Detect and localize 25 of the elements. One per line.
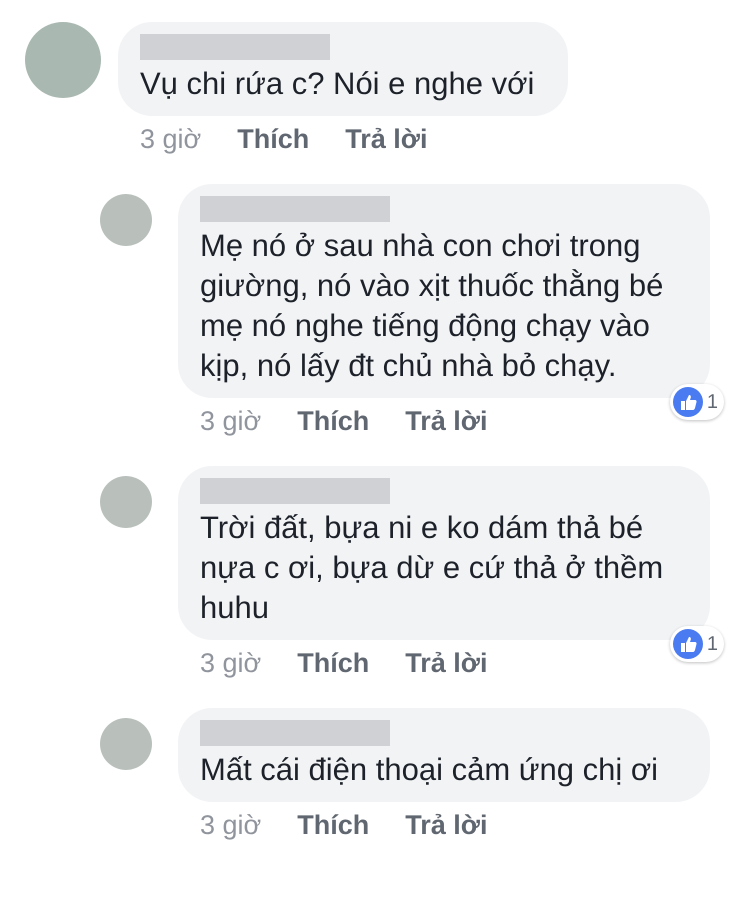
like-link[interactable]: Thích (297, 808, 370, 842)
like-link[interactable]: Thích (237, 122, 310, 156)
reply-link[interactable]: Trả lời (345, 122, 428, 156)
timestamp: 3 giờ (200, 809, 262, 842)
like-link[interactable]: Thích (297, 404, 370, 438)
reply-link[interactable]: Trả lời (405, 646, 488, 680)
timestamp: 3 giờ (140, 123, 202, 156)
comment-text: Vụ chi rứa c? Nói e nghe với (140, 65, 536, 103)
avatar[interactable] (100, 718, 152, 770)
timestamp: 3 giờ (200, 405, 262, 438)
reaction-count: 1 (706, 632, 718, 657)
timestamp: 3 giờ (200, 647, 262, 680)
reaction-badge[interactable]: 1 (670, 384, 724, 420)
reaction-count: 1 (706, 390, 718, 415)
avatar[interactable] (100, 476, 152, 528)
reply-link[interactable]: Trả lời (405, 808, 488, 842)
like-link[interactable]: Thích (297, 646, 370, 680)
comment-text: Trời đất, bựa ni e ko dám thả bé nựa c ơi, bựa dừ e cứ thả ở thềm huhu (200, 509, 664, 627)
reply-link[interactable]: Trả lời (405, 404, 488, 438)
avatar[interactable] (100, 194, 152, 246)
reaction-badge[interactable]: 1 (670, 626, 724, 662)
comment-text: Mất cái điện thoại cảm ứng chị ơi (200, 751, 660, 789)
thumbs-up-icon (672, 387, 703, 417)
thumbs-up-icon (672, 629, 703, 659)
comment-text: Mẹ nó ở sau nhà con chơi trong giường, nó vào xịt thuốc thằng bé mẹ nó nghe tiếng động chạy vào kịp, nó lấy đt chủ nhà bỏ chạy. (200, 227, 664, 385)
